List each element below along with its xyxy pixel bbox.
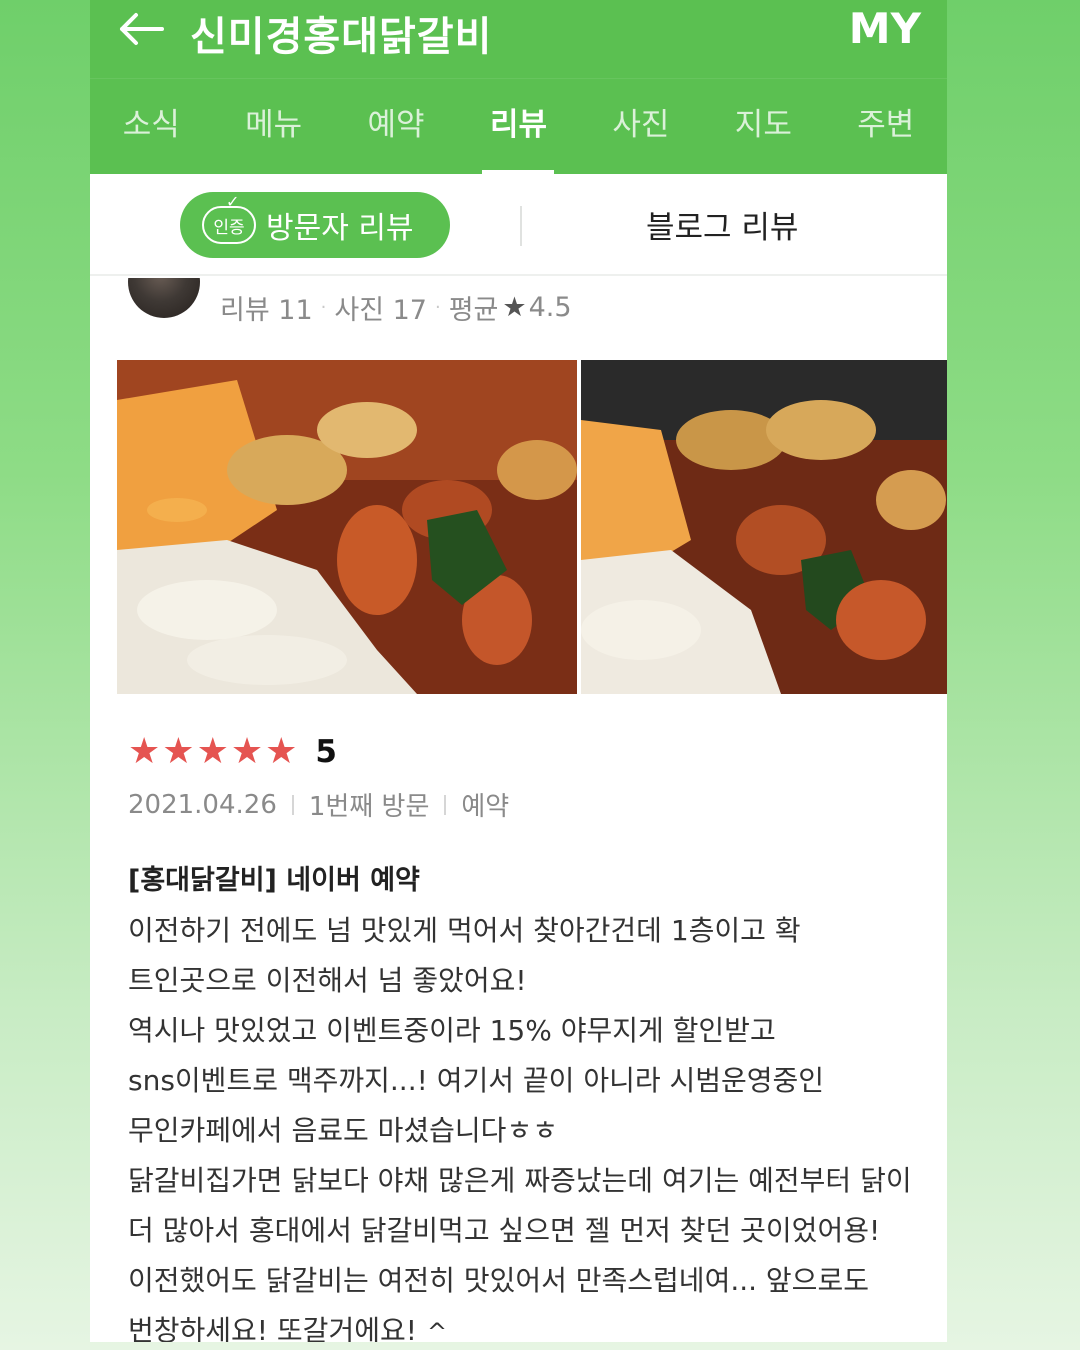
review-paragraph: 역시나 맛있었고 이벤트중이라 15% 야무지게 할인받고 sns이벤트로 맥주… [128, 1014, 825, 1147]
visit-type: 예약 [461, 792, 510, 822]
review-body[interactable]: 이전하기 전에도 넘 맛있게 먹어서 찾아간건데 1층이고 확 트인곳으로 이전… [128, 906, 918, 1342]
review-paragraph-text: 닭갈비집가면 닭보다 야채 많은게 짜증났는데 여기는 예전부터 닭이 더 많아… [128, 1164, 912, 1342]
visitor-review-tab[interactable]: 인증 방문자 리뷰 [180, 192, 450, 258]
star-icon: ★ [196, 731, 229, 772]
tab-reviews[interactable]: 리뷰 [457, 79, 579, 174]
blog-review-tab[interactable]: 블로그 리뷰 [646, 202, 798, 247]
separator [444, 794, 447, 815]
back-arrow-icon[interactable] [116, 8, 166, 50]
star-rating: ★ ★ ★ ★ ★ [128, 734, 297, 770]
review-photos [117, 360, 947, 694]
collapse-chevron-icon[interactable]: ^ [427, 1307, 447, 1342]
review-paragraph: 이전하기 전에도 넘 맛있게 먹어서 찾아간건데 1층이고 확 트인곳으로 이전… [128, 914, 801, 997]
average-label: 평균 [448, 295, 499, 326]
review-photo[interactable] [581, 360, 947, 694]
review-type-switch: 인증 방문자 리뷰 블로그 리뷰 [90, 174, 947, 276]
separator [291, 794, 294, 815]
star-icon: ★ [230, 731, 264, 772]
rating-row: ★ ★ ★ ★ ★ 5 [128, 734, 337, 771]
reservation-tag[interactable]: [홍대닭갈비] 네이버 예약 [128, 858, 420, 897]
tab-map[interactable]: 지도 [702, 79, 824, 174]
review-paragraph: 닭갈비집가면 닭보다 야채 많은게 짜증났는데 여기는 예전부터 닭이 더 많아… [128, 1156, 918, 1342]
average-rating: 4.5 [528, 292, 572, 323]
tab-nearby[interactable]: 주변 [825, 79, 947, 174]
review-date: 2021.04.26 [128, 789, 277, 820]
review-photo[interactable] [117, 360, 577, 694]
reviewer-stats: 리뷰 11 · 사진 17 · 평균 ★ 4.5 [220, 288, 572, 327]
tab-reservation[interactable]: 예약 [335, 79, 457, 174]
divider [520, 206, 522, 246]
tab-menu[interactable]: 메뉴 [212, 79, 334, 174]
reviewer-avatar[interactable] [128, 278, 200, 318]
review-count: 리뷰 11 [220, 295, 313, 326]
tab-photos[interactable]: 사진 [580, 79, 702, 174]
tab-news[interactable]: 소식 [90, 79, 212, 174]
review-meta: 2021.04.26 1번째 방문 예약 [128, 786, 509, 823]
photo-count: 사진 17 [334, 295, 427, 326]
my-button[interactable]: MY [849, 4, 921, 53]
separator-dot: · [434, 297, 441, 318]
verified-badge-icon: 인증 [202, 192, 256, 244]
avatar [128, 278, 200, 318]
rating-value: 5 [315, 734, 337, 770]
visitor-review-label: 방문자 리뷰 [266, 211, 414, 246]
star-icon: ★ [265, 731, 298, 772]
visit-count: 1번째 방문 [308, 792, 430, 822]
app-screen: 신미경홍대닭갈비 MY 소식 메뉴 예약 리뷰 사진 지도 주변 인증 방문자 … [90, 0, 947, 1342]
tab-bar: 소식 메뉴 예약 리뷰 사진 지도 주변 [90, 78, 947, 174]
top-app-bar: 신미경홍대닭갈비 MY [90, 0, 947, 78]
page-title: 신미경홍대닭갈비 [190, 14, 493, 60]
star-icon: ★ [502, 292, 527, 323]
separator-dot: · [320, 297, 327, 318]
star-icon: ★ [128, 731, 161, 772]
star-icon: ★ [162, 731, 195, 772]
